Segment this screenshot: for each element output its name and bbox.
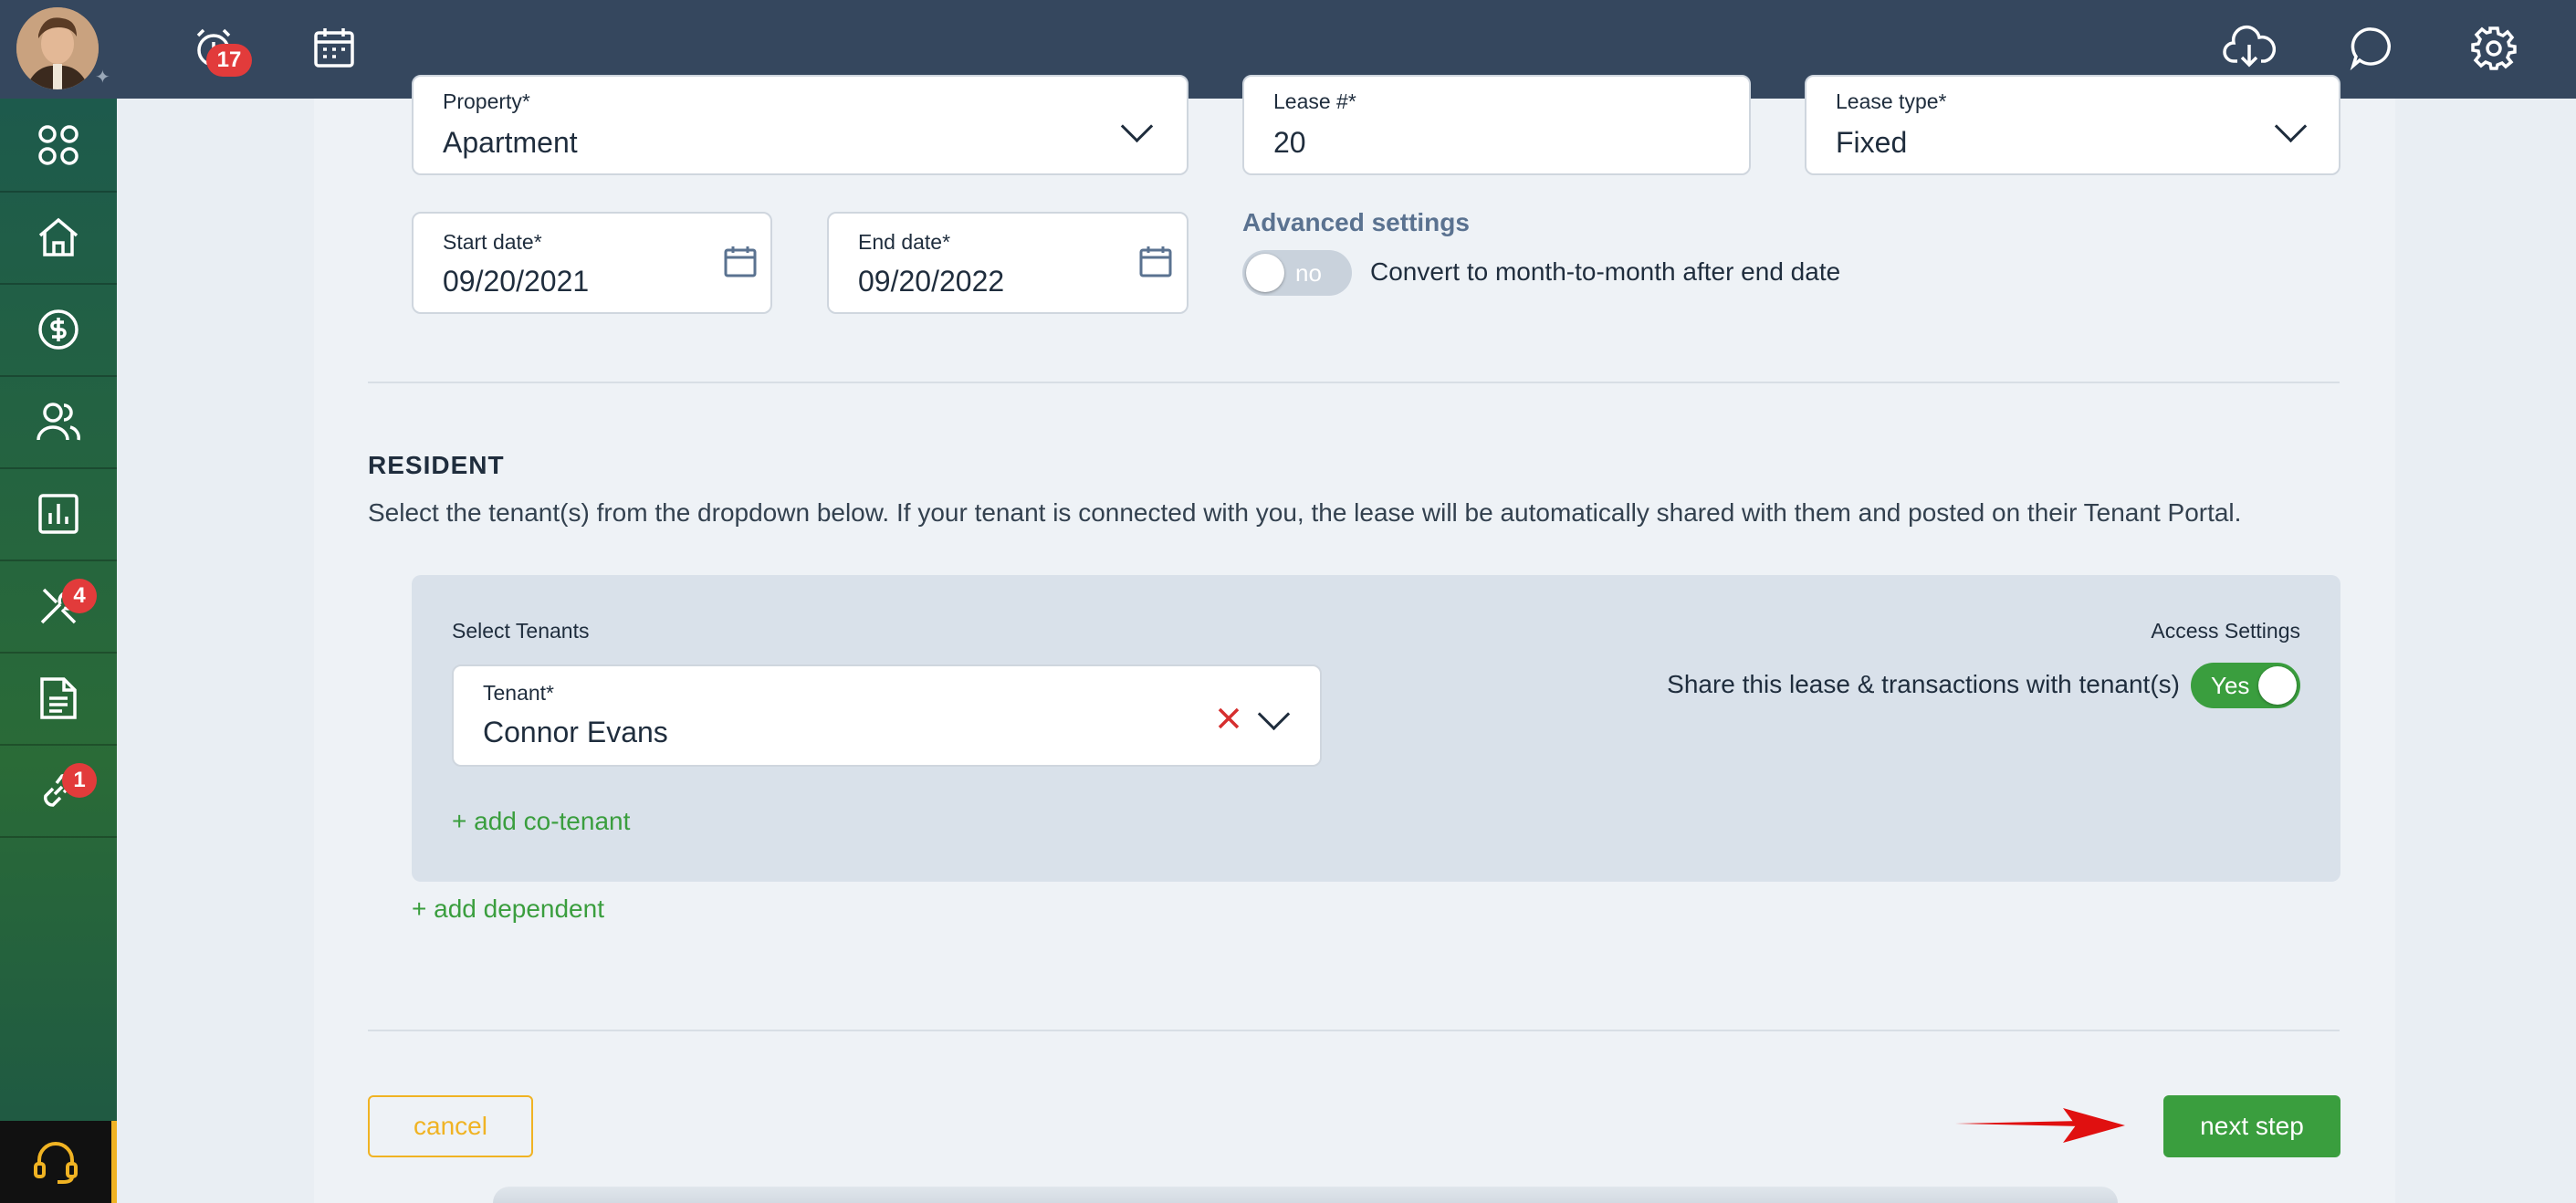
cloud-download-icon[interactable] <box>2222 20 2277 75</box>
support-button[interactable] <box>0 1121 117 1203</box>
toggle-knob <box>1246 254 1284 292</box>
tenant-select[interactable]: Tenant* Connor Evans <box>452 664 1322 767</box>
user-avatar[interactable] <box>16 7 99 89</box>
sidebar-item-connections[interactable] <box>0 744 117 838</box>
section-divider <box>368 1030 2340 1031</box>
calendar-icon[interactable] <box>724 245 757 277</box>
property-value: Apartment <box>443 126 578 159</box>
advanced-settings-title: Advanced settings <box>1242 208 1470 236</box>
sidebar-item-people[interactable] <box>0 375 117 469</box>
document-icon <box>40 676 77 719</box>
start-date-value: 09/20/2021 <box>443 265 590 298</box>
access-settings-label: Access Settings <box>2151 619 2300 643</box>
end-date-field[interactable]: End date* 09/20/2022 <box>827 212 1189 314</box>
connections-badge: 1 <box>62 763 97 798</box>
end-date-value: 09/20/2022 <box>858 265 1005 298</box>
home-icon <box>38 217 79 256</box>
gear-icon[interactable] <box>2466 20 2521 75</box>
lease-type-label: Lease type* <box>1836 89 1947 113</box>
sidebar-item-maintenance[interactable] <box>0 560 117 654</box>
toggle-knob <box>2258 666 2297 705</box>
dollar-icon <box>38 309 79 350</box>
chevron-down-icon <box>2274 110 2308 143</box>
lease-type-value: Fixed <box>1836 126 1908 159</box>
property-label: Property* <box>443 89 530 113</box>
sidebar-item-accounting[interactable] <box>0 283 117 377</box>
pin-icon: ✦ <box>95 68 110 88</box>
lease-number-field[interactable]: Lease #* 20 <box>1242 75 1751 175</box>
select-tenants-label: Select Tenants <box>452 619 590 643</box>
sidebar: 4 1 <box>0 99 117 1203</box>
notifications-badge: 17 <box>206 44 252 77</box>
tenants-panel: Select Tenants Access Settings Tenant* C… <box>412 575 2340 882</box>
sidebar-item-dashboard[interactable] <box>0 99 117 193</box>
month-to-month-toggle[interactable]: no <box>1242 250 1352 296</box>
maintenance-badge: 4 <box>62 579 97 613</box>
tenant-value: Connor Evans <box>483 716 668 748</box>
sidebar-item-properties[interactable] <box>0 191 117 285</box>
cancel-button[interactable]: cancel <box>368 1095 533 1157</box>
add-cotenant-link[interactable]: + add co-tenant <box>452 807 630 836</box>
red-arrow-annotation <box>1955 1108 2125 1143</box>
next-step-button[interactable]: next step <box>2163 1095 2340 1157</box>
lease-number-label: Lease #* <box>1273 89 1356 113</box>
start-date-label: Start date* <box>443 230 542 254</box>
sidebar-item-documents[interactable] <box>0 652 117 746</box>
toggle-label: Yes <box>2211 672 2250 699</box>
end-date-label: End date* <box>858 230 951 254</box>
sidebar-item-reports[interactable] <box>0 467 117 561</box>
lease-type-select[interactable]: Lease type* Fixed <box>1805 75 2340 175</box>
clear-icon[interactable] <box>1217 706 1241 730</box>
grid-icon <box>38 124 79 165</box>
share-lease-label: Share this lease & transactions with ten… <box>1667 670 2180 698</box>
bottom-shadow <box>493 1187 2118 1203</box>
tenant-label: Tenant* <box>483 681 555 705</box>
start-date-field[interactable]: Start date* 09/20/2021 <box>412 212 772 314</box>
chevron-down-icon <box>1120 110 1154 143</box>
calendar-icon[interactable] <box>1139 245 1172 277</box>
resident-description: Select the tenant(s) from the dropdown b… <box>368 498 2242 527</box>
month-to-month-label: Convert to month-to-month after end date <box>1370 257 1841 286</box>
users-icon <box>37 402 80 440</box>
section-divider <box>368 382 2340 383</box>
headset-icon <box>34 1142 78 1184</box>
bar-chart-icon <box>38 493 79 534</box>
lease-number-value: 20 <box>1273 126 1306 159</box>
calendar-icon[interactable] <box>307 20 361 75</box>
add-dependent-link[interactable]: + add dependent <box>412 894 604 924</box>
share-lease-toggle[interactable]: Yes <box>2191 663 2300 708</box>
resident-title: RESIDENT <box>368 451 505 479</box>
toggle-label: no <box>1295 259 1322 287</box>
property-select[interactable]: Property* Apartment <box>412 75 1189 175</box>
chevron-down-icon[interactable] <box>1257 697 1291 731</box>
chat-icon[interactable] <box>2344 20 2399 75</box>
